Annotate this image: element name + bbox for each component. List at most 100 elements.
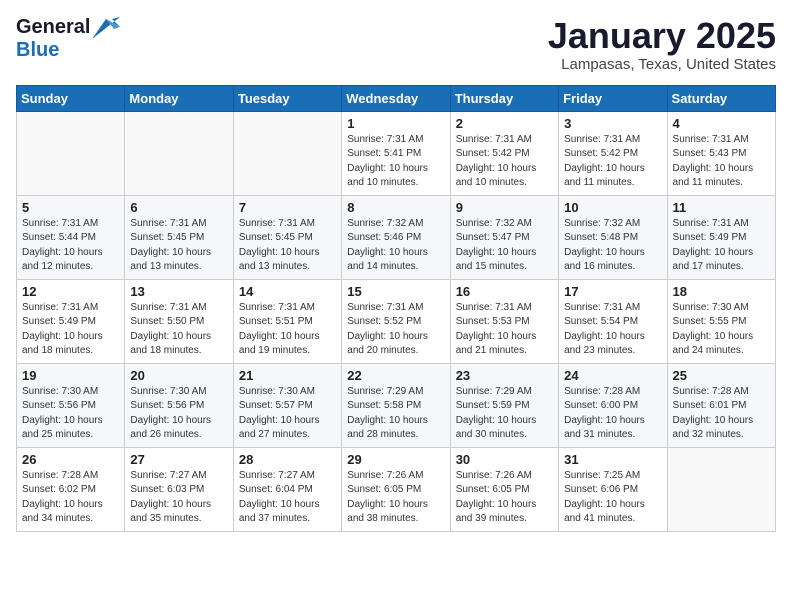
day-info: Sunrise: 7:31 AM Sunset: 5:42 PM Dayligh… — [456, 133, 553, 191]
calendar-cell: 21Sunrise: 7:30 AM Sunset: 5:57 PM Dayli… — [233, 363, 341, 447]
day-info: Sunrise: 7:30 AM Sunset: 5:55 PM Dayligh… — [673, 301, 770, 359]
day-number: 10 — [564, 200, 661, 215]
calendar-cell: 26 Sunrise: 7:28 AM Sunset: 6:02 PM Dayli… — [17, 447, 125, 531]
calendar-cell: 24 Sunrise: 7:28 AM Sunset: 6:00 PM Dayli… — [559, 363, 667, 447]
day-number: 2 — [456, 116, 553, 131]
day-info: Sunrise: 7:26 AM Sunset: 6:05 PM Dayligh… — [347, 469, 444, 527]
day-info: Sunrise: 7:30 AM Sunset: 5:56 PM Dayligh… — [22, 385, 119, 443]
calendar-title: January 2025 — [548, 16, 776, 56]
day-number: 7 — [239, 200, 336, 215]
day-info: Sunrise: 7:29 AM Sunset: 5:59 PM Dayligh… — [456, 385, 553, 443]
day-number: 29 — [347, 452, 444, 467]
day-number: 21 — [239, 368, 336, 383]
day-info: Sunrise: 7:31 AM Sunset: 5:49 PM Dayligh… — [673, 217, 770, 275]
calendar-cell: 22 Sunrise: 7:29 AM Sunset: 5:58 PM Dayli… — [342, 363, 450, 447]
day-info: Sunrise: 7:29 AM Sunset: 5:58 PM Dayligh… — [347, 385, 444, 443]
calendar-subtitle: Lampasas, Texas, United States — [548, 56, 776, 73]
calendar-cell: 27 Sunrise: 7:27 AM Sunset: 6:03 PM Dayli… — [125, 447, 233, 531]
day-info: Sunrise: 7:25 AM Sunset: 6:06 PM Dayligh… — [564, 469, 661, 527]
calendar-cell: 19 Sunrise: 7:30 AM Sunset: 5:56 PM Dayli… — [17, 363, 125, 447]
day-info: Sunrise: 7:31 AM Sunset: 5:45 PM Dayligh… — [239, 217, 336, 275]
day-info: Sunrise: 7:31 AM Sunset: 5:54 PM Dayligh… — [564, 301, 661, 359]
day-info: Sunrise: 7:32 AM Sunset: 5:47 PM Dayligh… — [456, 217, 553, 275]
day-info: Sunrise: 7:31 AM Sunset: 5:50 PM Dayligh… — [130, 301, 227, 359]
calendar-cell: 23Sunrise: 7:29 AM Sunset: 5:59 PM Dayli… — [450, 363, 558, 447]
calendar-cell: 6 Sunrise: 7:31 AM Sunset: 5:45 PM Daylig… — [125, 195, 233, 279]
week-row-1: 1 Sunrise: 7:31 AM Sunset: 5:41 PM Daylig… — [17, 111, 776, 195]
day-number: 19 — [22, 368, 119, 383]
day-number: 15 — [347, 284, 444, 299]
day-info: Sunrise: 7:26 AM Sunset: 6:05 PM Dayligh… — [456, 469, 553, 527]
day-number: 27 — [130, 452, 227, 467]
day-info: Sunrise: 7:27 AM Sunset: 6:03 PM Dayligh… — [130, 469, 227, 527]
calendar-cell: 28Sunrise: 7:27 AM Sunset: 6:04 PM Dayli… — [233, 447, 341, 531]
day-number: 17 — [564, 284, 661, 299]
week-row-3: 12 Sunrise: 7:31 AM Sunset: 5:49 PM Dayli… — [17, 279, 776, 363]
day-number: 13 — [130, 284, 227, 299]
weekday-header-sunday: Sunday — [17, 85, 125, 111]
weekday-header-row: SundayMondayTuesdayWednesdayThursdayFrid… — [17, 85, 776, 111]
calendar-cell — [667, 447, 775, 531]
day-number: 1 — [347, 116, 444, 131]
day-number: 22 — [347, 368, 444, 383]
day-number: 18 — [673, 284, 770, 299]
day-number: 25 — [673, 368, 770, 383]
day-info: Sunrise: 7:31 AM Sunset: 5:52 PM Dayligh… — [347, 301, 444, 359]
day-number: 24 — [564, 368, 661, 383]
day-number: 4 — [673, 116, 770, 131]
weekday-header-monday: Monday — [125, 85, 233, 111]
calendar-cell: 13 Sunrise: 7:31 AM Sunset: 5:50 PM Dayli… — [125, 279, 233, 363]
calendar-cell: 1 Sunrise: 7:31 AM Sunset: 5:41 PM Daylig… — [342, 111, 450, 195]
logo-general-text: General — [16, 16, 90, 39]
calendar-cell: 20Sunrise: 7:30 AM Sunset: 5:56 PM Dayli… — [125, 363, 233, 447]
day-info: Sunrise: 7:31 AM Sunset: 5:51 PM Dayligh… — [239, 301, 336, 359]
weekday-header-wednesday: Wednesday — [342, 85, 450, 111]
calendar-table: SundayMondayTuesdayWednesdayThursdayFrid… — [16, 85, 776, 532]
calendar-cell: 2 Sunrise: 7:31 AM Sunset: 5:42 PM Daylig… — [450, 111, 558, 195]
day-number: 9 — [456, 200, 553, 215]
day-number: 5 — [22, 200, 119, 215]
day-info: Sunrise: 7:28 AM Sunset: 6:02 PM Dayligh… — [22, 469, 119, 527]
calendar-cell: 4 Sunrise: 7:31 AM Sunset: 5:43 PM Daylig… — [667, 111, 775, 195]
calendar-cell: 14Sunrise: 7:31 AM Sunset: 5:51 PM Dayli… — [233, 279, 341, 363]
day-number: 3 — [564, 116, 661, 131]
calendar-cell: 18 Sunrise: 7:30 AM Sunset: 5:55 PM Dayli… — [667, 279, 775, 363]
calendar-cell: 7 Sunrise: 7:31 AM Sunset: 5:45 PM Daylig… — [233, 195, 341, 279]
weekday-header-tuesday: Tuesday — [233, 85, 341, 111]
day-number: 28 — [239, 452, 336, 467]
day-info: Sunrise: 7:31 AM Sunset: 5:43 PM Dayligh… — [673, 133, 770, 191]
calendar-cell: 16Sunrise: 7:31 AM Sunset: 5:53 PM Dayli… — [450, 279, 558, 363]
day-number: 31 — [564, 452, 661, 467]
calendar-cell: 31 Sunrise: 7:25 AM Sunset: 6:06 PM Dayli… — [559, 447, 667, 531]
day-info: Sunrise: 7:28 AM Sunset: 6:01 PM Dayligh… — [673, 385, 770, 443]
calendar-cell: 11Sunrise: 7:31 AM Sunset: 5:49 PM Dayli… — [667, 195, 775, 279]
calendar-cell: 9 Sunrise: 7:32 AM Sunset: 5:47 PM Daylig… — [450, 195, 558, 279]
calendar-cell: 8Sunrise: 7:32 AM Sunset: 5:46 PM Daylig… — [342, 195, 450, 279]
weekday-header-thursday: Thursday — [450, 85, 558, 111]
page-header: General Blue January 2025 Lampasas, Texa… — [16, 16, 776, 73]
calendar-cell: 17 Sunrise: 7:31 AM Sunset: 5:54 PM Dayli… — [559, 279, 667, 363]
calendar-cell: 5Sunrise: 7:31 AM Sunset: 5:44 PM Daylig… — [17, 195, 125, 279]
week-row-5: 26 Sunrise: 7:28 AM Sunset: 6:02 PM Dayli… — [17, 447, 776, 531]
day-number: 30 — [456, 452, 553, 467]
day-number: 8 — [347, 200, 444, 215]
calendar-cell: 12 Sunrise: 7:31 AM Sunset: 5:49 PM Dayli… — [17, 279, 125, 363]
calendar-cell — [17, 111, 125, 195]
day-info: Sunrise: 7:31 AM Sunset: 5:49 PM Dayligh… — [22, 301, 119, 359]
day-number: 6 — [130, 200, 227, 215]
day-number: 26 — [22, 452, 119, 467]
logo: General Blue — [16, 16, 120, 62]
day-info: Sunrise: 7:31 AM Sunset: 5:45 PM Dayligh… — [130, 217, 227, 275]
calendar-cell: 29 Sunrise: 7:26 AM Sunset: 6:05 PM Dayli… — [342, 447, 450, 531]
day-info: Sunrise: 7:32 AM Sunset: 5:48 PM Dayligh… — [564, 217, 661, 275]
calendar-cell: 15 Sunrise: 7:31 AM Sunset: 5:52 PM Dayli… — [342, 279, 450, 363]
calendar-cell: 25 Sunrise: 7:28 AM Sunset: 6:01 PM Dayli… — [667, 363, 775, 447]
weekday-header-friday: Friday — [559, 85, 667, 111]
week-row-2: 5Sunrise: 7:31 AM Sunset: 5:44 PM Daylig… — [17, 195, 776, 279]
day-info: Sunrise: 7:31 AM Sunset: 5:41 PM Dayligh… — [347, 133, 444, 191]
day-info: Sunrise: 7:31 AM Sunset: 5:53 PM Dayligh… — [456, 301, 553, 359]
day-info: Sunrise: 7:28 AM Sunset: 6:00 PM Dayligh… — [564, 385, 661, 443]
day-number: 12 — [22, 284, 119, 299]
calendar-cell — [125, 111, 233, 195]
day-number: 20 — [130, 368, 227, 383]
